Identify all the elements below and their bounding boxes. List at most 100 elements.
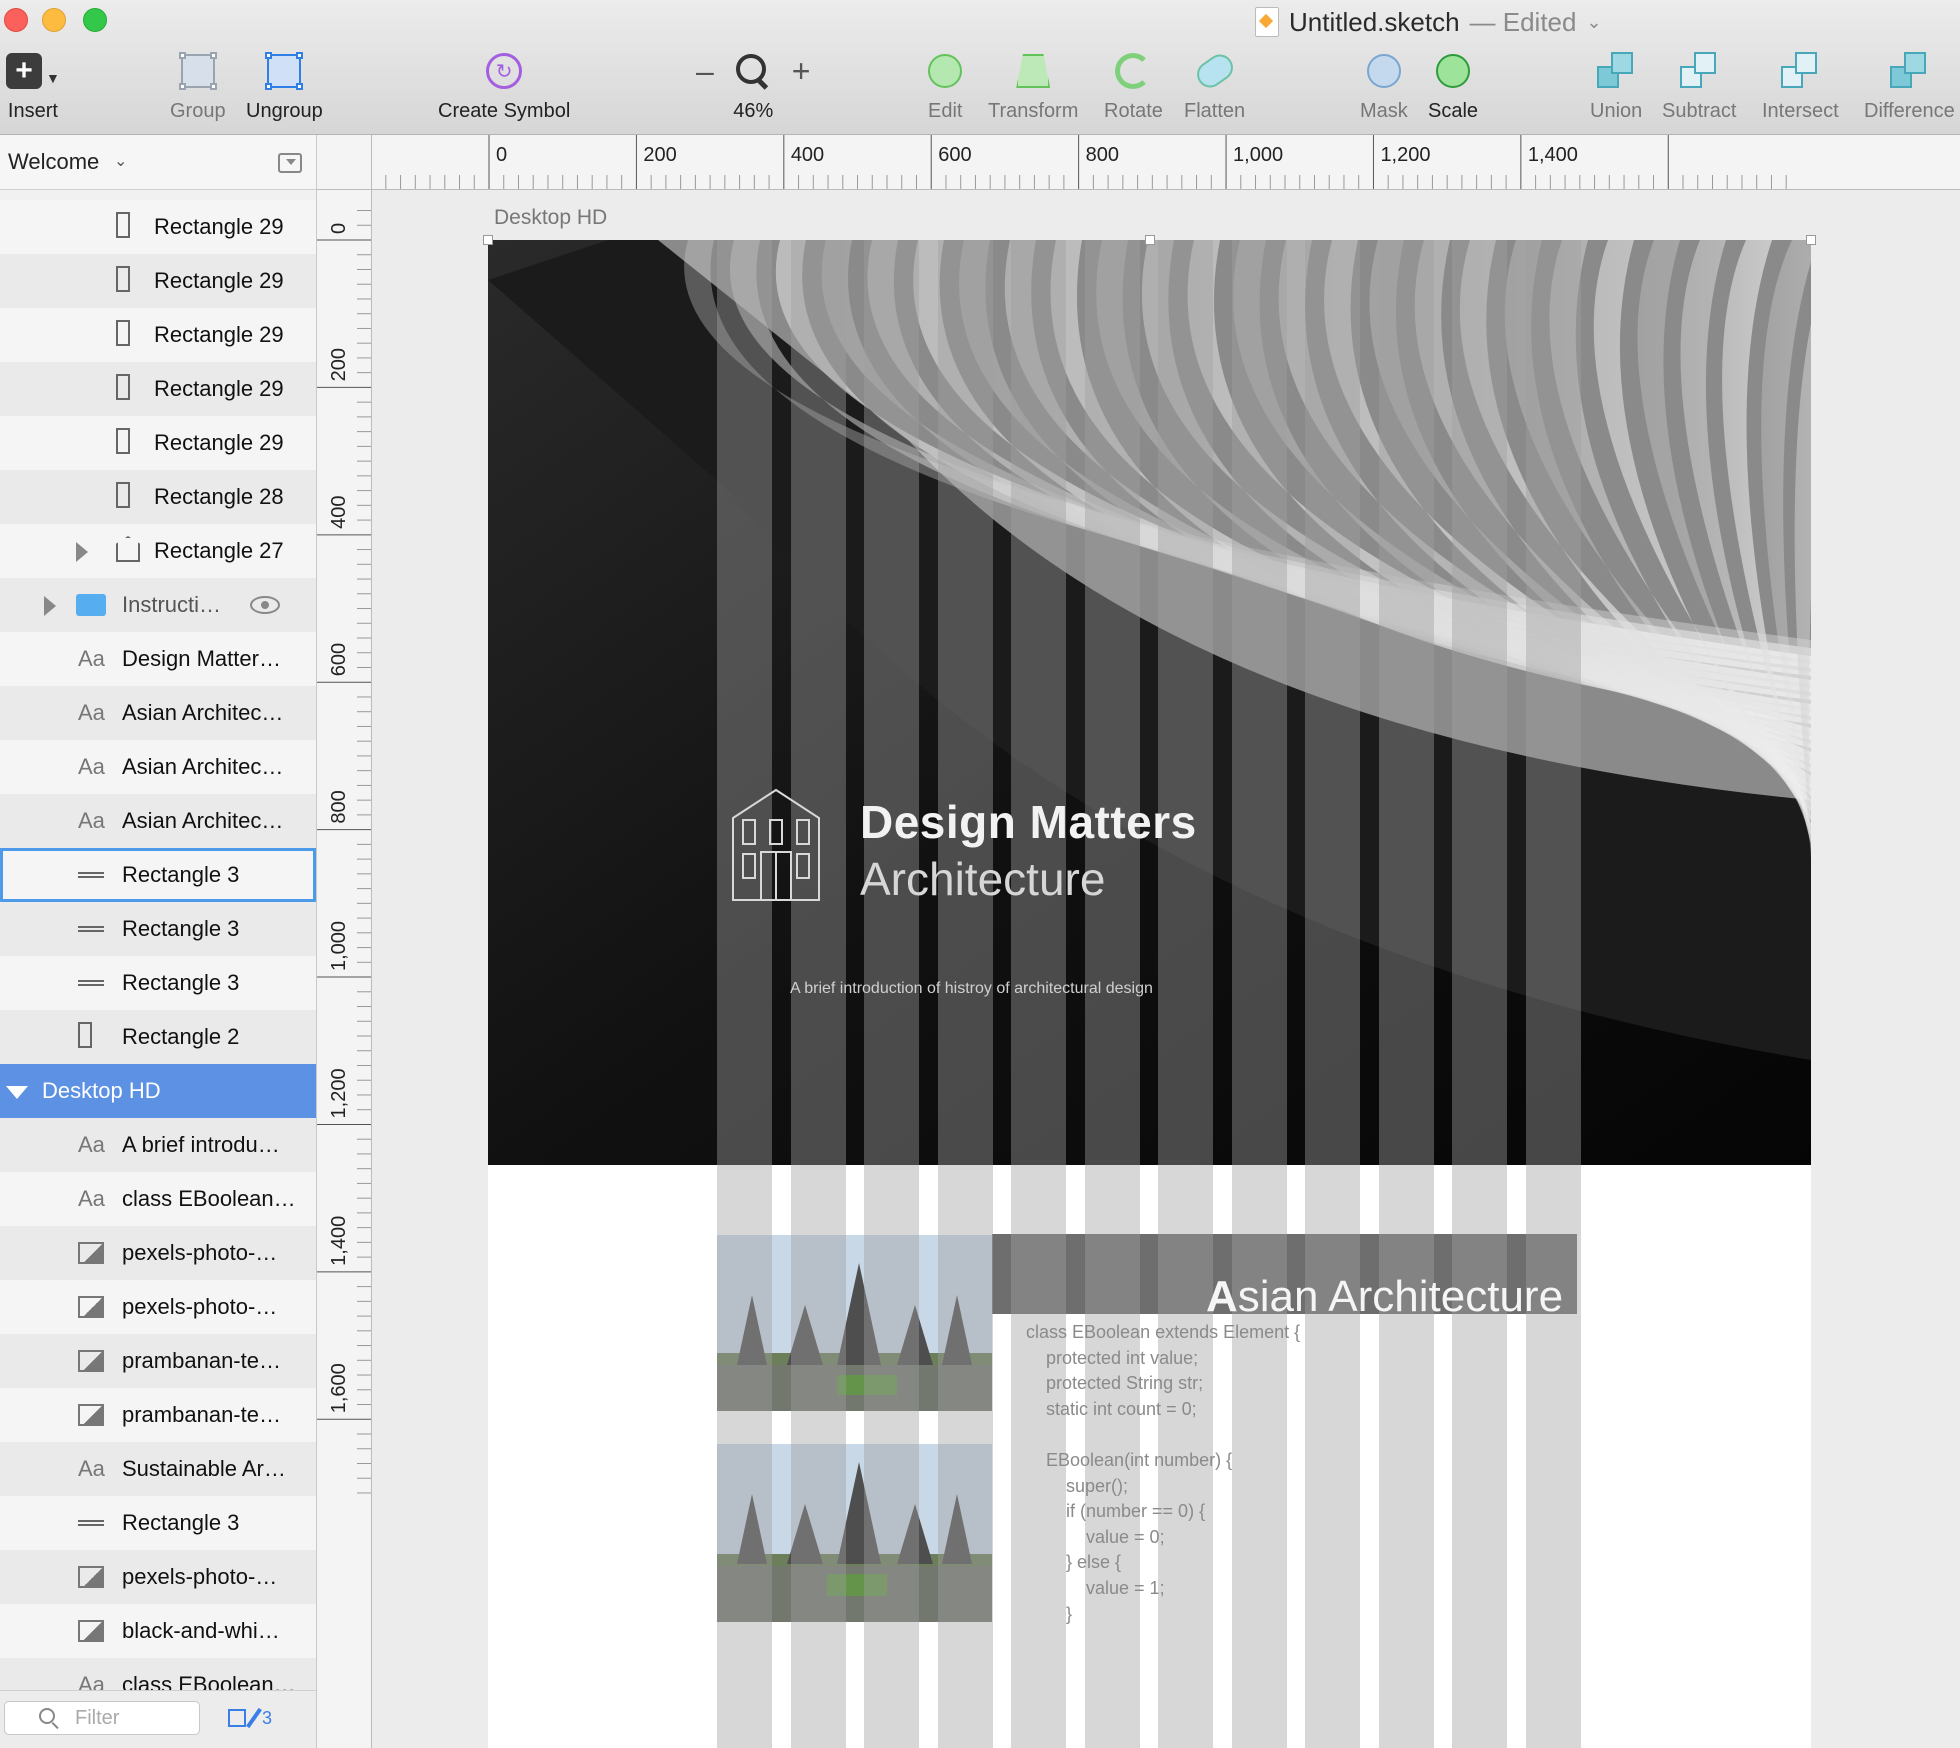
layer-row[interactable]: Rectangle 29 — [0, 308, 316, 362]
union-icon — [1597, 52, 1635, 90]
hero-title[interactable]: Design Matters — [860, 795, 1197, 849]
create-symbol-button[interactable]: ↻ Create Symbol — [438, 46, 570, 123]
layer-row[interactable]: Rectangle 2 — [0, 1010, 316, 1064]
document-title[interactable]: Untitled.sketch — Edited ⌄ — [1255, 4, 1602, 40]
resize-handle[interactable] — [1806, 235, 1816, 245]
layer-row[interactable]: prambanan-te… — [0, 1388, 316, 1442]
vertical-ruler[interactable]: 0 200 400 600 800 1,000 1,200 1,400 1,600 — [317, 189, 372, 1748]
rectangle-icon — [116, 212, 130, 238]
hero-description[interactable]: A brief introduction of histroy of archi… — [790, 980, 1153, 998]
layer-row[interactable]: Rectangle 28 — [0, 470, 316, 524]
zoom-out-button[interactable]: – — [696, 53, 714, 90]
layer-row[interactable]: Rectangle 29 — [0, 362, 316, 416]
page-selector[interactable]: Welcome ⌄ — [0, 135, 316, 190]
edit-button[interactable]: Edit — [928, 46, 962, 123]
artboard-desktop-hd[interactable]: Design Matters Architecture A brief intr… — [488, 240, 1811, 1748]
filter-input[interactable] — [73, 1706, 197, 1731]
layer-row[interactable]: Aa Asian Architec… — [0, 686, 316, 740]
layer-row[interactable]: Instructi… — [0, 578, 316, 632]
horizontal-ruler[interactable]: 0 200 400 600 800 1,000 1,200 1,400 — [317, 135, 1960, 190]
flatten-icon — [1191, 49, 1238, 93]
eye-icon[interactable] — [250, 596, 280, 614]
artboard-title[interactable]: Desktop HD — [494, 206, 607, 230]
layer-name: Design Matter… — [122, 646, 281, 671]
rectangle-icon — [78, 1022, 92, 1048]
ungroup-icon — [265, 52, 304, 90]
difference-button[interactable]: Difference — [1864, 46, 1955, 123]
export-slices-indicator[interactable]: 3 — [228, 1707, 272, 1729]
zoom-in-button[interactable]: + — [792, 53, 811, 90]
layer-row[interactable]: Rectangle 3 — [0, 848, 316, 902]
insert-button[interactable]: + ▼ Insert — [6, 46, 60, 123]
scale-icon — [1436, 54, 1471, 88]
layer-row[interactable]: black-and-whi… — [0, 1604, 316, 1658]
ruler-tick-label: 1,400 — [328, 1216, 350, 1266]
resize-handle[interactable] — [1145, 235, 1155, 245]
house-logo-icon — [732, 788, 820, 901]
layer-row[interactable]: Rectangle 3 — [0, 902, 316, 956]
layer-row[interactable]: Rectangle 29 — [0, 200, 316, 254]
mask-button[interactable]: Mask — [1360, 46, 1408, 123]
subtract-button[interactable]: Subtract — [1662, 46, 1736, 123]
layer-name: Rectangle 29 — [154, 214, 284, 239]
hero-subtitle[interactable]: Architecture — [860, 852, 1105, 906]
layer-row[interactable]: Aa A brief introdu… — [0, 1118, 316, 1172]
flatten-button[interactable]: Flatten — [1184, 46, 1245, 123]
disclosure-closed-icon[interactable] — [76, 542, 88, 562]
union-button[interactable]: Union — [1590, 46, 1642, 123]
temple-photo[interactable] — [717, 1444, 992, 1622]
text-icon: Aa — [78, 1132, 105, 1157]
layer-row[interactable]: pexels-photo-… — [0, 1226, 316, 1280]
layer-row[interactable]: Aa Asian Architec… — [0, 740, 316, 794]
layer-row[interactable]: Aa class EBoolean… — [0, 1172, 316, 1226]
rotate-button[interactable]: Rotate — [1104, 46, 1163, 123]
image-icon — [78, 1296, 104, 1318]
layer-name: Rectangle 2 — [122, 1024, 240, 1049]
group-button[interactable]: Group — [170, 46, 226, 123]
caret-down-icon: ▼ — [46, 70, 60, 86]
layer-filter[interactable] — [4, 1701, 200, 1735]
shape-icon — [116, 536, 140, 562]
ungroup-button[interactable]: Ungroup — [246, 46, 323, 123]
scale-label: Scale — [1428, 100, 1479, 122]
resize-handle[interactable] — [483, 235, 493, 245]
layer-row[interactable]: pexels-photo-… — [0, 1550, 316, 1604]
line-icon — [78, 980, 104, 986]
mask-icon — [1366, 54, 1401, 88]
layer-name: Rectangle 3 — [122, 970, 240, 995]
layer-row[interactable]: Aa Design Matter… — [0, 632, 316, 686]
pages-menu-icon[interactable] — [278, 153, 302, 173]
disclosure-open-icon[interactable] — [6, 1086, 28, 1099]
window-minimize-button[interactable] — [42, 8, 66, 32]
section-title[interactable]: Asian Architecture — [1206, 1272, 1563, 1322]
window-zoom-button[interactable] — [83, 8, 107, 32]
layer-row[interactable]: Aa Asian Architec… — [0, 794, 316, 848]
create-symbol-label: Create Symbol — [438, 100, 571, 122]
window-close-button[interactable] — [4, 8, 28, 32]
layer-row[interactable]: Rectangle 29 — [0, 254, 316, 308]
layer-name: Rectangle 29 — [154, 430, 284, 455]
layer-row[interactable]: prambanan-te… — [0, 1334, 316, 1388]
layer-row[interactable]: Rectangle 3 — [0, 1496, 316, 1550]
ruler-tick-label: 1,600 — [328, 1363, 350, 1413]
ruler-tick-label: 200 — [643, 144, 676, 166]
ruler-tick-label: 1,400 — [1528, 144, 1578, 166]
code-line: if (number == 0) { — [1026, 1501, 1206, 1522]
layer-row[interactable]: Rectangle 29 — [0, 416, 316, 470]
layer-row[interactable]: Desktop HD — [0, 1064, 316, 1118]
hero-image[interactable] — [488, 240, 1811, 1165]
intersect-button[interactable]: Intersect — [1762, 46, 1839, 123]
text-icon: Aa — [78, 1456, 105, 1481]
code-line: EBoolean(int number) { — [1026, 1449, 1233, 1470]
temple-photo[interactable] — [717, 1235, 992, 1411]
disclosure-closed-icon[interactable] — [44, 596, 56, 616]
transform-button[interactable]: Transform — [988, 46, 1078, 123]
ruler-tick-label: 0 — [328, 223, 350, 234]
layer-row[interactable]: Aa Sustainable Ar… — [0, 1442, 316, 1496]
scale-button[interactable]: Scale — [1428, 46, 1478, 123]
layer-row[interactable]: Rectangle 27 — [0, 524, 316, 578]
layer-row[interactable]: pexels-photo-… — [0, 1280, 316, 1334]
layer-row[interactable]: Rectangle 3 — [0, 956, 316, 1010]
toolbar: Untitled.sketch — Edited ⌄ + ▼ Insert Gr… — [0, 0, 1960, 135]
code-sample-text[interactable]: class EBoolean extends Element { protect… — [1026, 1320, 1300, 1627]
